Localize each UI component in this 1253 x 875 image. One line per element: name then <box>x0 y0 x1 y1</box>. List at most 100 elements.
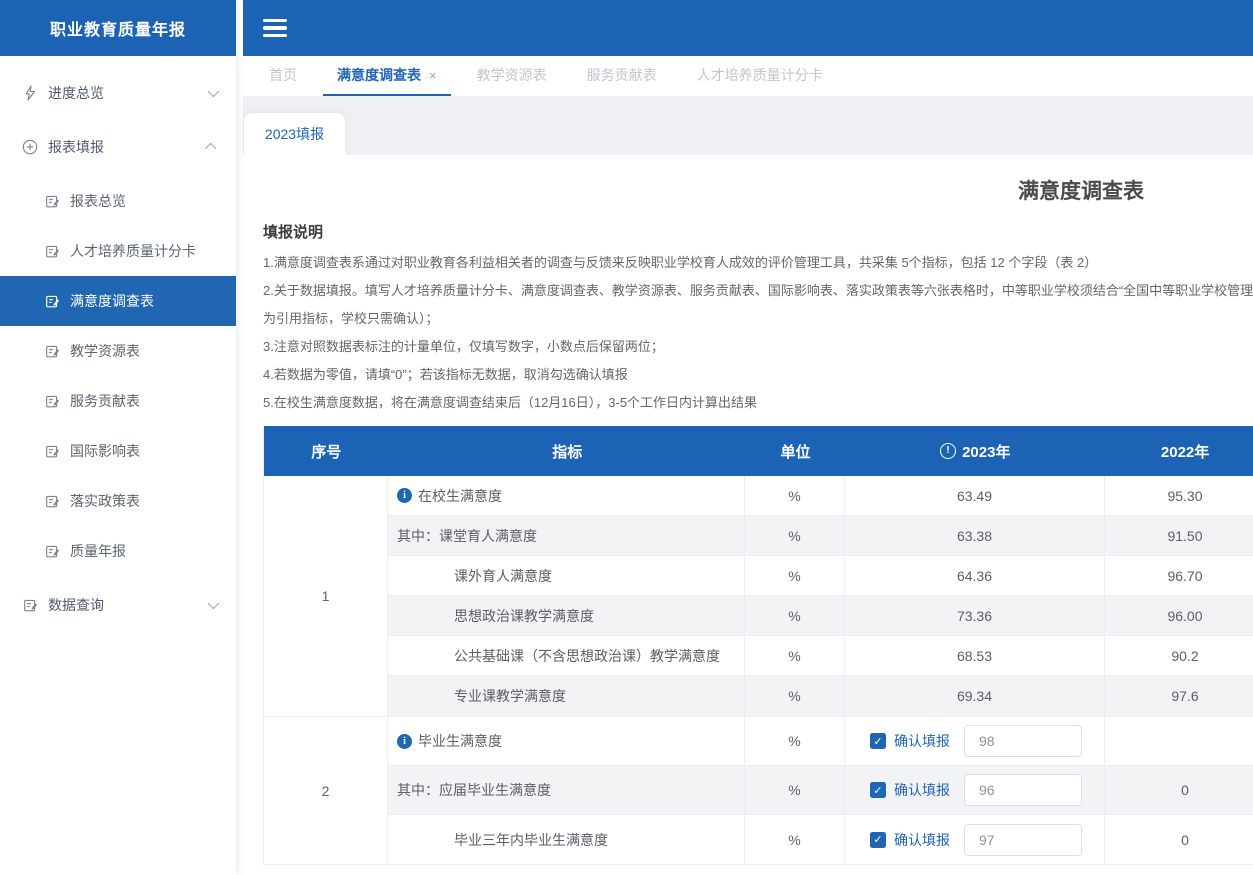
sidebar-item-label: 报表填报 <box>48 137 208 157</box>
sidebar-item-质量年报[interactable]: 质量年报 <box>0 526 236 576</box>
sidebar-item-数据查询[interactable]: 数据查询 <box>0 580 236 630</box>
table-row: i毕业生满意度% ✓ 确认填报 <box>388 717 1253 766</box>
value-2023-cell: 73.36 <box>845 596 1105 635</box>
sidebar-item-label: 落实政策表 <box>70 491 218 511</box>
sidebar-item-教学资源表[interactable]: 教学资源表 <box>0 326 236 376</box>
content-panel: 满意度调查表 填报说明 1.满意度调查表系通过对职业教育各利益相关者的调查与反馈… <box>243 155 1253 875</box>
table-row: 毕业三年内毕业生满意度%✓确认填报0 <box>388 815 1253 864</box>
warning-circle-icon: ! <box>940 443 956 459</box>
page-title: 满意度调查表 <box>1018 155 1253 205</box>
plus-circle-icon <box>22 139 38 155</box>
value-2022-cell: 91.50 <box>1105 528 1253 544</box>
form-icon <box>44 193 60 209</box>
indicator-label: 公共基础课（不含思想政治课）教学满意度 <box>454 646 720 666</box>
info-icon: i <box>397 734 412 749</box>
indicator-label: 毕业三年内毕业生满意度 <box>454 830 608 850</box>
indicator-label: 其中：应届毕业生满意度 <box>397 780 551 800</box>
confirm-checkbox[interactable]: ✓ <box>870 733 886 749</box>
group-number-cell: 1 <box>264 476 388 716</box>
indicator-cell: 毕业三年内毕业生满意度 <box>388 815 745 864</box>
sidebar-item-报表填报[interactable]: 报表填报 <box>0 122 236 172</box>
unit-cell: % <box>745 476 845 515</box>
unit-cell: % <box>745 676 845 716</box>
unit-cell: % <box>745 516 845 555</box>
value-2023-cell: 63.38 <box>845 516 1105 555</box>
sidebar-item-进度总览[interactable]: 进度总览 <box>0 68 236 118</box>
chevron-down-icon <box>208 598 219 609</box>
sidebar-item-落实政策表[interactable]: 落实政策表 <box>0 476 236 526</box>
instruction-line: 2.关于数据填报。填写人才培养质量计分卡、满意度调查表、教学资源表、服务贡献表、… <box>263 284 1253 298</box>
form-icon <box>44 393 60 409</box>
table-row: 其中：应届毕业生满意度%✓确认填报0 <box>388 766 1253 815</box>
sidebar-item-label: 服务贡献表 <box>70 391 218 411</box>
indicator-label: 其中：课堂育人满意度 <box>397 526 537 546</box>
unit-cell: % <box>745 717 845 765</box>
table-body: 1i在校生满意度%63.4995.30其中：课堂育人满意度%63.3891.50… <box>264 476 1253 865</box>
confirm-checkbox[interactable]: ✓ <box>870 782 886 798</box>
value-2023-input[interactable] <box>964 725 1082 757</box>
sidebar-item-label: 进度总览 <box>48 83 208 103</box>
sidebar-item-label: 数据查询 <box>48 595 208 615</box>
col-header-2023: ! 2023年 <box>845 441 1105 462</box>
table-group: 1i在校生满意度%63.4995.30其中：课堂育人满意度%63.3891.50… <box>264 476 1253 717</box>
group-rows: i毕业生满意度%✓确认填报其中：应届毕业生满意度%✓确认填报0毕业三年内毕业生满… <box>388 717 1253 864</box>
form-icon <box>44 543 60 559</box>
value-2023-cell: 69.34 <box>845 676 1105 716</box>
value-2023-cell: ✓ 确认填报 <box>845 766 1105 814</box>
sidebar-item-报表总览[interactable]: 报表总览 <box>0 176 236 226</box>
indicator-cell: 公共基础课（不含思想政治课）教学满意度 <box>388 636 745 675</box>
group-rows: i在校生满意度%63.4995.30其中：课堂育人满意度%63.3891.50课… <box>388 476 1253 716</box>
tab-满意度调查表[interactable]: 满意度调查表× <box>323 56 451 96</box>
survey-table: 序号 指标 单位 ! 2023年 2022年 1i在校生满意度%63.4995.… <box>263 426 1253 865</box>
sidebar-item-label: 教学资源表 <box>70 341 218 361</box>
confirm-label[interactable]: 确认填报 <box>894 780 950 800</box>
form-icon <box>44 343 60 359</box>
value-2022-cell: 90.2 <box>1105 648 1253 664</box>
confirm-checkbox[interactable]: ✓ <box>870 832 886 848</box>
value-2023-cell: ✓ 确认填报 <box>845 717 1105 765</box>
instruction-line: 5.在校生满意度数据，将在满意度调查结束后（12月16日），3-5个工作日内计算… <box>263 396 1253 410</box>
form-icon <box>44 443 60 459</box>
confirm-label[interactable]: 确认填报 <box>894 731 950 751</box>
tab-label: 首页 <box>269 65 297 85</box>
tab-label: 教学资源表 <box>477 65 547 85</box>
value-2023-input[interactable] <box>964 774 1082 806</box>
unit-cell: % <box>745 636 845 675</box>
table-row: 课外育人满意度%64.3696.70 <box>388 556 1253 596</box>
form-icon <box>22 597 38 613</box>
table-row: 思想政治课教学满意度%73.3696.00 <box>388 596 1253 636</box>
sidebar-item-label: 满意度调查表 <box>70 291 218 311</box>
year-filling-tab-label: 2023填报 <box>265 124 324 144</box>
hamburger-icon[interactable] <box>263 19 287 37</box>
sidebar-item-服务贡献表[interactable]: 服务贡献表 <box>0 376 236 426</box>
sidebar-item-满意度调查表[interactable]: 满意度调查表 <box>0 276 236 326</box>
instruction-line: 1.满意度调查表系通过对职业教育各利益相关者的调查与反馈来反映职业学校育人成效的… <box>263 256 1253 270</box>
lightning-icon <box>22 85 38 101</box>
tab-首页[interactable]: 首页 <box>255 56 311 96</box>
tab-教学资源表[interactable]: 教学资源表 <box>463 56 561 96</box>
value-2022-cell: 96.00 <box>1105 608 1253 624</box>
value-2023-cell: 64.36 <box>845 556 1105 595</box>
table-header-row: 序号 指标 单位 ! 2023年 2022年 <box>264 426 1253 476</box>
main-area: 首页满意度调查表×教学资源表服务贡献表人才培养质量计分卡 2023填报 满意度调… <box>243 0 1253 875</box>
unit-cell: % <box>745 766 845 814</box>
value-2023-input[interactable] <box>964 824 1082 856</box>
confirm-label[interactable]: 确认填报 <box>894 830 950 850</box>
indicator-label: 思想政治课教学满意度 <box>454 606 594 626</box>
tab-人才培养质量计分卡[interactable]: 人才培养质量计分卡 <box>683 56 837 96</box>
sidebar-item-人才培养质量计分卡[interactable]: 人才培养质量计分卡 <box>0 226 236 276</box>
close-icon[interactable]: × <box>429 68 437 83</box>
year-filling-tab[interactable]: 2023填报 <box>244 113 345 155</box>
indicator-cell: 其中：应届毕业生满意度 <box>388 766 745 814</box>
indicator-cell: 思想政治课教学满意度 <box>388 596 745 635</box>
col-header-2022: 2022年 <box>1105 441 1253 462</box>
indicator-cell: i毕业生满意度 <box>388 717 745 765</box>
tab-服务贡献表[interactable]: 服务贡献表 <box>573 56 671 96</box>
instruction-line: 4.若数据为零值，请填“0”；若该指标无数据，取消勾选确认填报 <box>263 368 1253 382</box>
table-group: 2i毕业生满意度%✓确认填报其中：应届毕业生满意度%✓确认填报0毕业三年内毕业生… <box>264 717 1253 865</box>
indicator-cell: i在校生满意度 <box>388 476 745 515</box>
sidebar-item-国际影响表[interactable]: 国际影响表 <box>0 426 236 476</box>
instruction-line: 3.注意对照数据表标注的计量单位，仅填写数字，小数点后保留两位； <box>263 340 1253 354</box>
indicator-label: 在校生满意度 <box>418 486 502 506</box>
col-header-no: 序号 <box>264 441 389 462</box>
